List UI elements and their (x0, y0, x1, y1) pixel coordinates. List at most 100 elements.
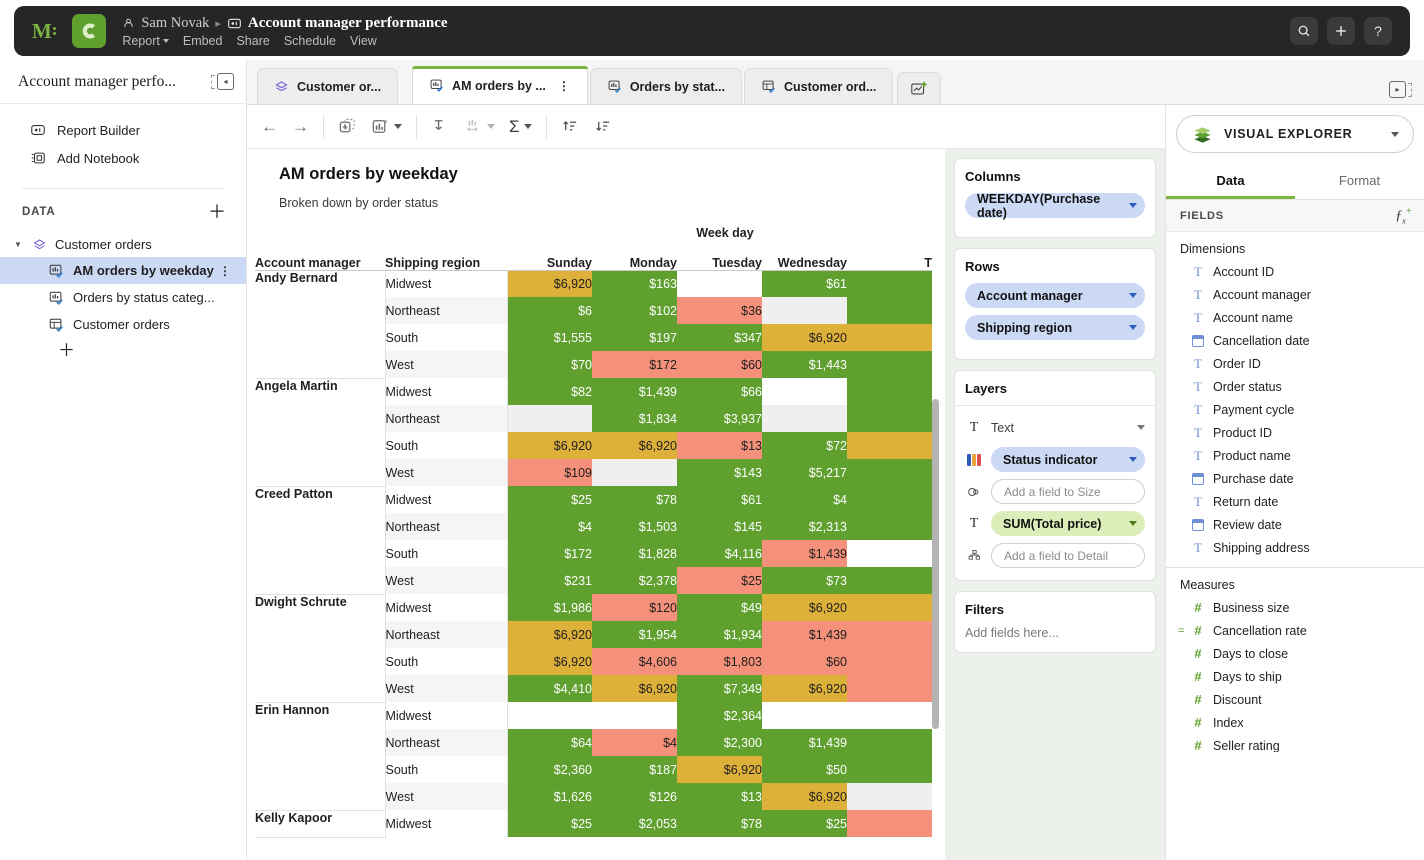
tab-customer-orders-table[interactable]: Customer ord... (744, 68, 893, 104)
cell-account-manager[interactable]: Andy Bernard (255, 270, 385, 378)
cell-shipping-region[interactable]: Midwest (385, 486, 507, 513)
cell-shipping-region[interactable]: Northeast (385, 729, 507, 756)
column-header-account-manager[interactable]: Account manager (255, 244, 385, 270)
cell-value[interactable]: $1,443 (762, 351, 847, 378)
cell-value[interactable]: $4 (762, 486, 847, 513)
cell-value[interactable]: $1,439 (762, 540, 847, 567)
field-product-name[interactable]: TProduct name (1166, 444, 1424, 467)
cell-value[interactable]: $172 (592, 351, 677, 378)
cell-value[interactable]: $60 (762, 648, 847, 675)
cell-value[interactable]: $1,555 (507, 324, 592, 351)
cell-value[interactable] (592, 702, 677, 729)
swap-axes-icon[interactable] (431, 117, 450, 136)
cell-value[interactable]: $1,934 (677, 621, 762, 648)
cell-shipping-region[interactable]: South (385, 324, 507, 351)
field-order-id[interactable]: TOrder ID (1166, 352, 1424, 375)
sidebar-item-report-builder[interactable]: Report Builder (0, 116, 246, 144)
item-options-kebab-icon[interactable]: ⋮ (219, 264, 232, 278)
sidebar-item-add-notebook[interactable]: Add Notebook (0, 144, 246, 172)
menu-schedule[interactable]: Schedule (284, 34, 336, 48)
cell-value[interactable] (847, 297, 932, 324)
field-account-name[interactable]: TAccount name (1166, 306, 1424, 329)
cell-value[interactable] (847, 270, 932, 297)
cell-value[interactable]: $6 (507, 297, 592, 324)
cell-value[interactable]: $143 (677, 459, 762, 486)
cell-value[interactable]: $1,626 (507, 783, 592, 810)
redo-button[interactable]: → (292, 117, 309, 137)
menu-report[interactable]: Report (122, 34, 169, 48)
cell-value[interactable]: $1,803 (677, 648, 762, 675)
cell-value[interactable] (847, 513, 932, 540)
help-icon[interactable]: ? (1364, 17, 1392, 45)
cell-value[interactable] (847, 621, 932, 648)
cell-value[interactable]: $3,937 (677, 405, 762, 432)
cell-value[interactable] (847, 324, 932, 351)
pill-sum-total-price[interactable]: SUM(Total price) (991, 511, 1145, 536)
cell-value[interactable]: $2,364 (677, 702, 762, 729)
cell-value[interactable]: $6,920 (677, 756, 762, 783)
filters-dropzone[interactable]: Add fields here... (965, 626, 1145, 640)
cell-value[interactable]: $82 (507, 378, 592, 405)
cell-value[interactable]: $172 (507, 540, 592, 567)
cell-value[interactable] (847, 540, 932, 567)
column-header-tuesday[interactable]: Tuesday (677, 244, 762, 270)
cell-shipping-region[interactable]: West (385, 459, 507, 486)
cell-value[interactable] (847, 432, 932, 459)
cell-value[interactable]: $78 (677, 810, 762, 837)
cell-value[interactable] (847, 810, 932, 837)
expand-right-panel-button[interactable]: ▸ (1389, 81, 1412, 98)
collapse-sidebar-button[interactable]: ◂ (211, 73, 234, 90)
dataset-customer-orders[interactable]: ▼ Customer orders (0, 231, 246, 257)
cell-value[interactable]: $126 (592, 783, 677, 810)
cell-value[interactable] (847, 351, 932, 378)
detail-field-dropzone[interactable]: Add a field to Detail (991, 543, 1145, 568)
cell-value[interactable]: $6,920 (762, 675, 847, 702)
cell-value[interactable]: $25 (762, 810, 847, 837)
cell-value[interactable]: $7,349 (677, 675, 762, 702)
pill-status-indicator[interactable]: Status indicator (991, 447, 1145, 472)
cell-value[interactable]: $73 (762, 567, 847, 594)
cell-value[interactable]: $1,986 (507, 594, 592, 621)
cell-value[interactable]: $1,828 (592, 540, 677, 567)
cell-value[interactable]: $49 (677, 594, 762, 621)
cell-value[interactable] (762, 297, 847, 324)
cell-value[interactable]: $4,116 (677, 540, 762, 567)
cell-value[interactable]: $120 (592, 594, 677, 621)
cell-value[interactable] (847, 459, 932, 486)
cell-value[interactable]: $6,920 (507, 270, 592, 297)
add-calculated-field-icon[interactable]: ƒx+ (1395, 205, 1412, 225)
field-days-to-ship[interactable]: #Days to ship (1166, 665, 1424, 688)
fields-list[interactable]: Dimensions TAccount IDTAccount managerTA… (1166, 232, 1424, 752)
cell-value[interactable]: $6,920 (762, 783, 847, 810)
cell-shipping-region[interactable]: Northeast (385, 513, 507, 540)
cell-value[interactable]: $1,834 (592, 405, 677, 432)
tab-format[interactable]: Format (1295, 163, 1424, 199)
field-account-manager[interactable]: TAccount manager (1166, 283, 1424, 306)
cell-shipping-region[interactable]: South (385, 756, 507, 783)
cell-value[interactable] (507, 702, 592, 729)
column-header-t[interactable]: T (847, 244, 932, 270)
duplicate-icon[interactable] (338, 117, 357, 136)
cell-value[interactable] (592, 459, 677, 486)
cell-value[interactable]: $1,439 (762, 729, 847, 756)
cell-value[interactable] (847, 729, 932, 756)
cell-shipping-region[interactable]: Midwest (385, 594, 507, 621)
cell-shipping-region[interactable]: South (385, 648, 507, 675)
mark-type-selector[interactable]: Text (991, 415, 1145, 440)
cell-shipping-region[interactable]: Midwest (385, 270, 507, 297)
field-review-date[interactable]: Review date (1166, 513, 1424, 536)
search-icon[interactable] (1290, 17, 1318, 45)
tab-options-kebab-icon[interactable]: ⋮ (558, 79, 571, 93)
cell-value[interactable]: $145 (677, 513, 762, 540)
column-header-monday[interactable]: Monday (592, 244, 677, 270)
size-field-dropzone[interactable]: Add a field to Size (991, 479, 1145, 504)
cell-value[interactable]: $6,920 (507, 432, 592, 459)
cell-shipping-region[interactable]: Midwest (385, 378, 507, 405)
sidebar-item-customer-orders[interactable]: Customer orders (0, 311, 246, 338)
cell-value[interactable]: $6,920 (507, 648, 592, 675)
cell-value[interactable]: $2,300 (677, 729, 762, 756)
cell-value[interactable] (847, 783, 932, 810)
cell-shipping-region[interactable]: Midwest (385, 702, 507, 729)
cell-value[interactable]: $1,439 (592, 378, 677, 405)
cell-shipping-region[interactable]: West (385, 567, 507, 594)
